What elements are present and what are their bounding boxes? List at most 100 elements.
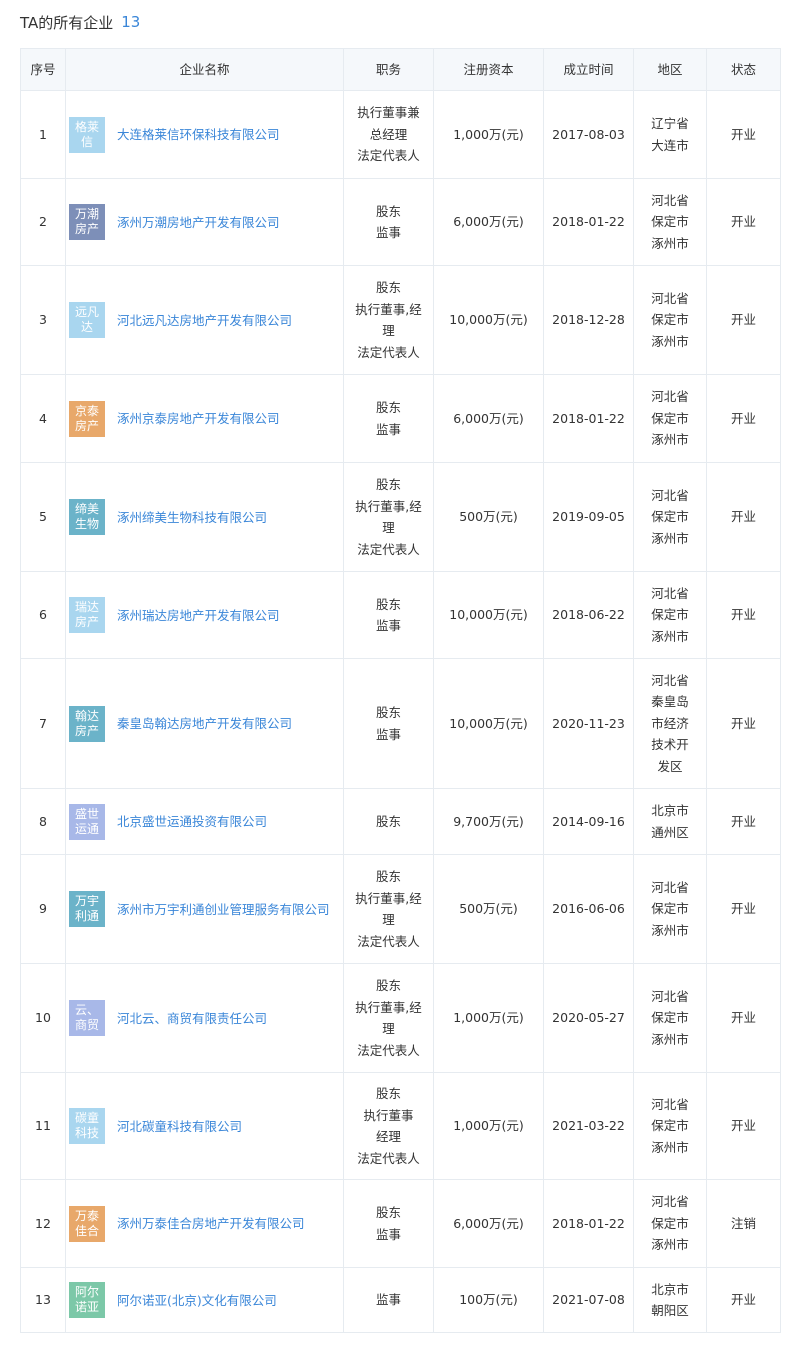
position-cell: 股东 执行董事 经理 法定代表人: [343, 1072, 434, 1180]
company-logo-icon: 云、商贸: [69, 1000, 105, 1036]
company-cell: 云、商贸 河北云、商贸有限责任公司: [65, 963, 344, 1073]
company-logo-icon: 万潮房产: [69, 204, 105, 240]
enterprise-count: 13: [121, 13, 141, 31]
position-cell: 监事: [343, 1267, 434, 1333]
position-line: 股东: [375, 477, 401, 492]
region-line: 涿州市: [651, 235, 689, 251]
row-index: 7: [20, 658, 66, 789]
company-cell: 万潮房产 涿州万潮房地产开发有限公司: [65, 178, 344, 266]
position-line: 监事: [375, 726, 401, 742]
position-line: 法定代表人: [357, 148, 420, 164]
position-line: 股东: [375, 596, 401, 612]
founded-cell: 2021-07-08: [543, 1267, 634, 1333]
company-name-link[interactable]: 北京盛世运通投资有限公司: [117, 811, 267, 832]
company-name-link[interactable]: 河北云、商贸有限责任公司: [117, 1008, 267, 1029]
status-badge: 开业: [706, 788, 781, 855]
position-cell: 执行董事兼 总经理 法定代表人: [343, 90, 434, 179]
company-cell: 京泰房产 涿州京泰房地产开发有限公司: [65, 374, 344, 463]
region-line: 大连市: [651, 137, 689, 153]
position-line: 股东: [375, 978, 401, 993]
region-cell: 北京市 朝阳区: [633, 1267, 707, 1333]
position-line: 股东: [375, 1205, 401, 1220]
row-index: 2: [20, 178, 66, 266]
row-index: 4: [20, 374, 66, 463]
table-row: 11 碳童科技 河北碳童科技有限公司 股东 执行董事 经理 法定代表人 1,000万(…: [20, 1072, 781, 1180]
region-cell: 河北省 保定市 涿州市: [633, 854, 707, 964]
company-logo-icon: 瑞达房产: [69, 597, 105, 633]
region-line: 河北省: [651, 290, 689, 306]
company-name-link[interactable]: 河北碳童科技有限公司: [117, 1116, 242, 1137]
capital-cell: 10,000万(元): [433, 571, 544, 659]
company-name-link[interactable]: 秦皇岛翰达房地产开发有限公司: [117, 713, 292, 734]
row-index: 11: [20, 1072, 66, 1180]
region-cell: 河北省 保定市 涿州市: [633, 571, 707, 659]
region-line: 市经济: [651, 715, 689, 731]
position-cell: 股东 监事: [343, 571, 434, 659]
status-badge: 注销: [706, 1179, 781, 1268]
region-line: 秦皇岛: [651, 694, 689, 710]
capital-cell: 6,000万(元): [433, 374, 544, 463]
position-line: 股东: [375, 280, 401, 295]
position-line: 股东: [375, 400, 401, 415]
company-cell: 远凡达 河北远凡达房地产开发有限公司: [65, 265, 344, 375]
position-line: 股东: [375, 1086, 401, 1101]
region-cell: 河北省 保定市 涿州市: [633, 462, 707, 572]
status-badge: 开业: [706, 1267, 781, 1333]
company-name-link[interactable]: 涿州京泰房地产开发有限公司: [117, 408, 280, 429]
position-line: 执行董事,经: [355, 498, 422, 514]
founded-cell: 2016-06-06: [543, 854, 634, 964]
region-cell: 北京市 通州区: [633, 788, 707, 855]
company-cell: 格莱信 大连格莱信环保科技有限公司: [65, 90, 344, 179]
region-cell: 辽宁省 大连市: [633, 90, 707, 179]
position-line: 监事: [375, 1292, 401, 1308]
capital-cell: 10,000万(元): [433, 265, 544, 375]
capital-cell: 9,700万(元): [433, 788, 544, 855]
company-name-link[interactable]: 大连格莱信环保科技有限公司: [117, 124, 280, 145]
company-logo-icon: 京泰房产: [69, 400, 105, 437]
section-title: TA的所有企业: [20, 13, 114, 32]
region-cell: 河北省 保定市 涿州市: [633, 963, 707, 1073]
position-line: 法定代表人: [357, 344, 420, 360]
col-position: 职务: [343, 48, 434, 91]
company-name-link[interactable]: 涿州市万宇利通创业管理服务有限公司: [117, 899, 330, 920]
position-line: 法定代表人: [357, 1042, 420, 1058]
founded-cell: 2018-01-22: [543, 374, 634, 463]
status-badge: 开业: [706, 462, 781, 572]
company-name-link[interactable]: 涿州缔美生物科技有限公司: [117, 507, 267, 528]
company-name-link[interactable]: 河北远凡达房地产开发有限公司: [117, 310, 292, 331]
table-row: 5 缔美生物 涿州缔美生物科技有限公司 股东 执行董事,经理法定代表人 500万(…: [20, 462, 781, 572]
position-cell: 股东 执行董事,经理法定代表人: [343, 265, 434, 375]
founded-cell: 2014-09-16: [543, 788, 634, 855]
position-line: 股东: [375, 813, 401, 829]
region-line: 保定市: [651, 410, 689, 426]
capital-cell: 1,000万(元): [433, 963, 544, 1073]
position-line: 理: [382, 520, 395, 535]
company-logo-icon: 缔美生物: [69, 499, 105, 535]
position-cell: 股东 监事: [343, 658, 434, 789]
row-index: 6: [20, 571, 66, 659]
status-badge: 开业: [706, 90, 781, 179]
position-line: 理: [382, 1021, 395, 1036]
region-line: 通州区: [651, 824, 689, 840]
col-founded: 成立时间: [543, 48, 634, 91]
position-cell: 股东 监事: [343, 1179, 434, 1268]
region-line: 涿州市: [651, 1031, 689, 1047]
status-badge: 开业: [706, 571, 781, 659]
company-cell: 盛世运通 北京盛世运通投资有限公司: [65, 788, 344, 855]
company-name-link[interactable]: 涿州万潮房地产开发有限公司: [117, 212, 280, 233]
table-row: 12 万泰佳合 涿州万泰佳合房地产开发有限公司 股东 监事 6,000万(元) 2…: [20, 1179, 781, 1268]
position-line: 法定代表人: [357, 933, 420, 949]
position-line: 经理: [375, 1129, 401, 1144]
table-row: 3 远凡达 河北远凡达房地产开发有限公司 股东 执行董事,经理法定代表人 10,0…: [20, 265, 781, 375]
position-line: 监事: [375, 421, 401, 437]
company-name-link[interactable]: 涿州万泰佳合房地产开发有限公司: [117, 1213, 305, 1234]
founded-cell: 2021-03-22: [543, 1072, 634, 1180]
position-cell: 股东 监事: [343, 374, 434, 463]
region-line: 保定市: [651, 1215, 689, 1231]
company-name-link[interactable]: 涿州瑞达房地产开发有限公司: [117, 605, 280, 626]
company-name-link[interactable]: 阿尔诺亚(北京)文化有限公司: [117, 1290, 277, 1311]
region-cell: 河北省 保定市 涿州市: [633, 178, 707, 266]
position-cell: 股东 执行董事,经理法定代表人: [343, 462, 434, 572]
table-header-row: 序号 企业名称 职务 注册资本 成立时间 地区 状态: [20, 48, 781, 91]
company-logo-icon: 格莱信: [69, 116, 105, 153]
